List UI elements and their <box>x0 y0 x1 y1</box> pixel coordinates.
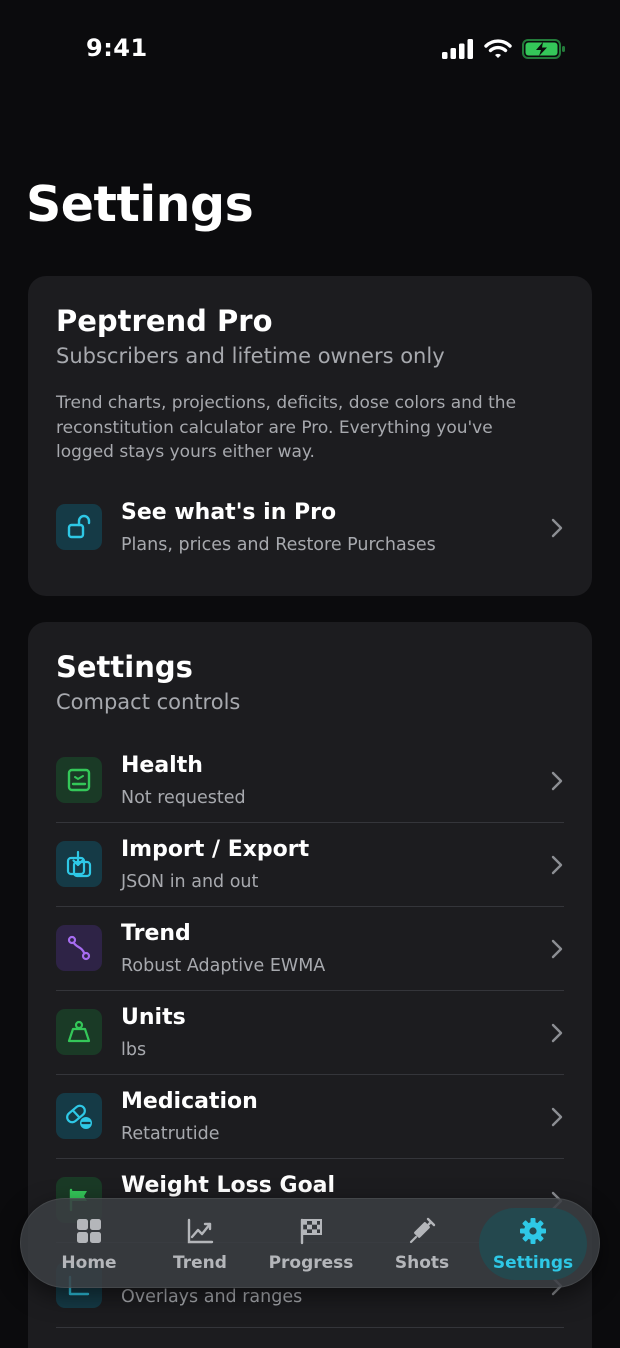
unlock-icon <box>56 504 102 550</box>
settings-card-subtitle: Compact controls <box>56 690 241 714</box>
settings-row-medication[interactable]: Medication Retatrutide <box>56 1075 564 1159</box>
see-pro-subtitle: Plans, prices and Restore Purchases <box>121 535 436 555</box>
pro-card: Peptrend Pro Subscribers and lifetime ow… <box>28 276 592 596</box>
chevron-right-icon <box>551 1107 563 1127</box>
health-record-icon <box>56 757 102 803</box>
wifi-icon <box>484 39 512 58</box>
status-bar: 9:41 <box>0 0 620 100</box>
battery-charging-icon <box>522 39 565 59</box>
tab-label: Shots <box>394 1253 450 1273</box>
settings-row-units[interactable]: Units lbs <box>56 991 564 1075</box>
see-pro-title: See what's in Pro <box>121 500 337 525</box>
gear-icon <box>520 1218 546 1244</box>
tab-shots[interactable]: Shots <box>367 1199 477 1289</box>
tab-home[interactable]: Home <box>34 1199 144 1289</box>
page-title: Settings <box>26 176 254 233</box>
checkered-flag-icon <box>300 1218 322 1245</box>
tab-progress[interactable]: Progress <box>256 1199 366 1289</box>
settings-row-title: Health <box>121 753 203 778</box>
settings-row-subtitle: lbs <box>121 1040 147 1060</box>
settings-row-subtitle: JSON in and out <box>121 872 259 892</box>
settings-row-title: Medication <box>121 1089 258 1114</box>
pro-card-title: Peptrend Pro <box>56 304 273 338</box>
tab-label: Home <box>61 1253 117 1273</box>
settings-row-trend[interactable]: Trend Robust Adaptive EWMA <box>56 907 564 991</box>
pro-card-subtitle: Subscribers and lifetime owners only <box>56 344 445 368</box>
tab-label: Trend <box>173 1253 227 1273</box>
chevron-right-icon <box>551 518 563 538</box>
chevron-right-icon <box>551 855 563 875</box>
tab-label: Settings <box>492 1253 574 1273</box>
settings-row-subtitle: Overlays and ranges <box>121 1287 303 1307</box>
chart-icon <box>187 1218 214 1244</box>
settings-row-title: Import / Export <box>121 837 310 862</box>
settings-row-subtitle: Not requested <box>121 788 246 808</box>
tab-settings[interactable]: Settings <box>478 1199 588 1289</box>
cellular-signal-icon <box>442 39 473 59</box>
settings-row-title: Trend <box>121 921 191 946</box>
settings-row-health[interactable]: Health Not requested <box>56 739 564 823</box>
grid-icon <box>77 1219 101 1243</box>
see-pro-row[interactable]: See what's in Pro Plans, prices and Rest… <box>56 486 564 570</box>
chevron-right-icon <box>551 771 563 791</box>
import-export-icon <box>56 841 102 887</box>
trend-path-icon <box>56 925 102 971</box>
status-icons <box>442 38 566 60</box>
settings-row-subtitle: Retatrutide <box>121 1124 220 1144</box>
tab-bar: Home Trend Progress Shots Settings <box>20 1198 600 1288</box>
settings-row-title: Units <box>121 1005 186 1030</box>
settings-row-import-export[interactable]: Import / Export JSON in and out <box>56 823 564 907</box>
tab-trend[interactable]: Trend <box>145 1199 255 1289</box>
settings-row-title: Weight Loss Goal <box>121 1173 336 1198</box>
weight-icon <box>56 1009 102 1055</box>
chevron-right-icon <box>551 939 563 959</box>
divider <box>56 1327 564 1328</box>
chevron-right-icon <box>551 1023 563 1043</box>
syringe-icon <box>409 1217 436 1244</box>
settings-row-subtitle: Robust Adaptive EWMA <box>121 956 326 976</box>
pill-icon <box>56 1093 102 1139</box>
pro-card-description: Trend charts, projections, deficits, dos… <box>56 393 517 462</box>
tab-label: Progress <box>268 1253 354 1273</box>
settings-card-title: Settings <box>56 650 193 684</box>
status-time: 9:41 <box>86 34 148 62</box>
